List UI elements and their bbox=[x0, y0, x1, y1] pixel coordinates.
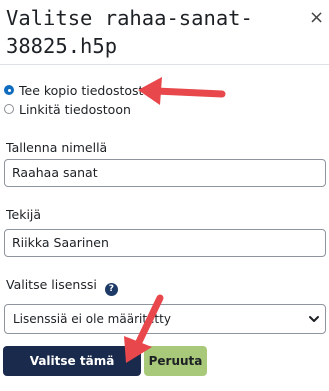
radio-link-file[interactable]: Linkitä tiedostoon bbox=[4, 101, 131, 117]
save-as-input[interactable]: Raahaa sanat bbox=[4, 159, 326, 187]
license-label-row: Valitse lisenssi ? bbox=[6, 277, 118, 296]
author-input[interactable]: Riikka Saarinen bbox=[4, 229, 326, 257]
cancel-button[interactable]: Peruuta bbox=[144, 346, 207, 376]
radio-button-checked[interactable] bbox=[4, 85, 14, 95]
radio-copy-file-label: Tee kopio tiedostosta bbox=[19, 82, 152, 98]
radio-button[interactable] bbox=[4, 104, 14, 114]
license-label: Valitse lisenssi bbox=[6, 277, 97, 292]
select-file-button[interactable]: Valitse tämä tiedosto bbox=[3, 346, 141, 391]
radio-copy-file[interactable]: Tee kopio tiedostosta bbox=[4, 82, 151, 98]
close-icon[interactable]: × bbox=[309, 8, 324, 28]
author-label: Tekijä bbox=[6, 207, 42, 222]
save-as-label: Tallenna nimellä bbox=[6, 140, 108, 155]
chevron-down-icon bbox=[309, 316, 319, 322]
dialog-title: Valitse rahaa-sanat-38825.h5p bbox=[6, 6, 253, 58]
header-divider bbox=[0, 64, 329, 65]
question-circle-icon[interactable]: ? bbox=[104, 282, 118, 296]
radio-link-file-label: Linkitä tiedostoon bbox=[19, 101, 131, 117]
license-select[interactable]: Lisenssiä ei ole määritetty bbox=[4, 304, 326, 334]
license-select-value: Lisenssiä ei ole määritetty bbox=[13, 312, 171, 326]
